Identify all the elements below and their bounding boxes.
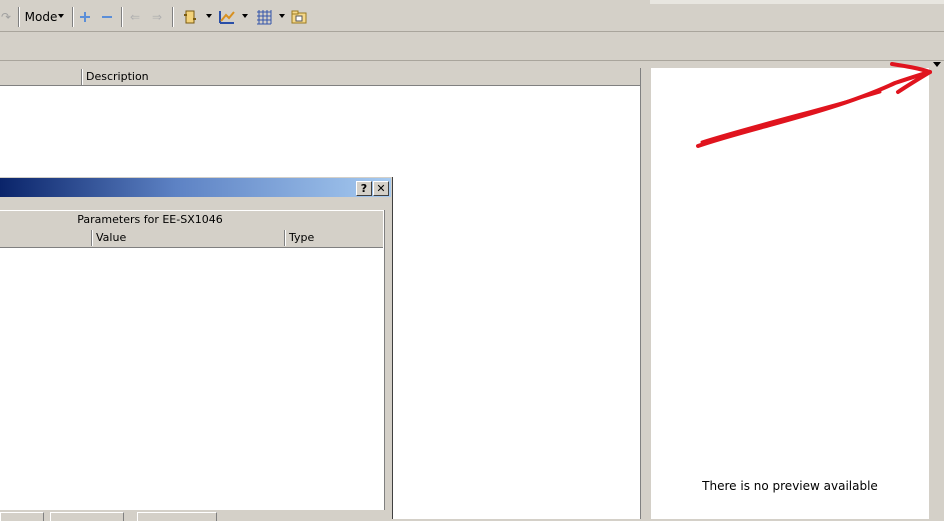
preview-message: There is no preview available xyxy=(702,479,878,493)
back-icon[interactable]: ⇐ xyxy=(128,7,142,27)
folder-icon[interactable] xyxy=(290,7,308,27)
graph-icon[interactable] xyxy=(218,7,236,27)
redo-icon[interactable]: ↷ xyxy=(0,7,12,27)
zoom-in-icon[interactable] xyxy=(78,7,92,27)
zoom-out-icon[interactable] xyxy=(100,7,114,27)
dialog-button[interactable] xyxy=(50,512,124,521)
toolbar-separator xyxy=(121,7,123,27)
toolbar: ↷ Mode ⇐ ⇒ xyxy=(0,0,650,33)
dialog-button[interactable] xyxy=(137,512,217,521)
chevron-down-icon[interactable] xyxy=(242,14,248,18)
annotation-arrow-icon xyxy=(696,62,932,148)
toolbar-edge xyxy=(650,0,944,4)
chevron-down-icon[interactable] xyxy=(206,14,212,18)
dialog-titlebar[interactable] xyxy=(0,178,391,197)
column-header-value[interactable]: Value xyxy=(96,229,126,247)
panel-border xyxy=(640,68,641,519)
chevron-down-icon[interactable] xyxy=(279,14,285,18)
parameters-title-row: Parameters for EE-SX1046 xyxy=(0,211,383,230)
dialog-button[interactable] xyxy=(0,512,44,521)
parameters-table[interactable] xyxy=(0,210,385,510)
list-header: Description xyxy=(0,68,640,86)
help-button[interactable]: ? xyxy=(356,181,372,196)
parameters-header-row: Value Type xyxy=(0,229,383,248)
column-divider[interactable] xyxy=(81,69,83,85)
toolbar-separator xyxy=(18,7,20,27)
column-divider[interactable] xyxy=(284,230,286,246)
forward-icon[interactable]: ⇒ xyxy=(150,7,164,27)
toolbar-separator xyxy=(172,7,174,27)
grid-icon[interactable] xyxy=(255,7,273,27)
column-header-description[interactable]: Description xyxy=(86,68,149,85)
divider xyxy=(0,31,944,32)
mode-label: Mode xyxy=(24,10,58,24)
column-header-type[interactable]: Type xyxy=(289,229,314,247)
chevron-down-icon xyxy=(58,14,64,18)
close-button[interactable]: ✕ xyxy=(373,181,389,196)
parameters-title: Parameters for EE-SX1046 xyxy=(77,213,223,226)
column-divider[interactable] xyxy=(91,230,93,246)
component-icon[interactable] xyxy=(182,7,198,27)
toolbar-separator xyxy=(72,7,74,27)
